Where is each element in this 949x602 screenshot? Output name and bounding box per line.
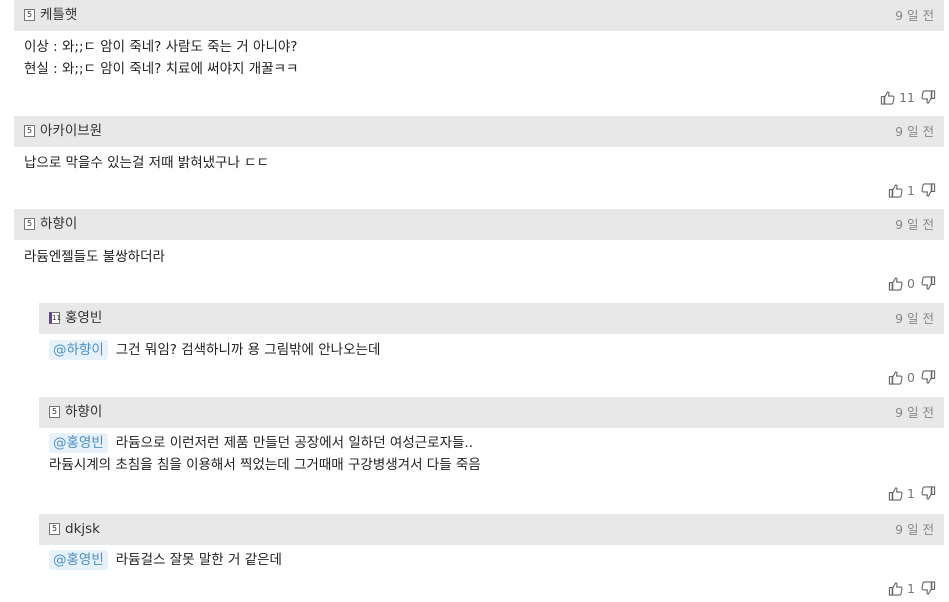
vote-bar: 1 (888, 579, 936, 597)
comment-header: 5 하향이 9 일 전 (14, 209, 944, 240)
timestamp: 9 일 전 (895, 311, 934, 326)
comment-header: 5 케틀햇 9 일 전 (14, 0, 944, 31)
comment-line: 납으로 막을수 있는걸 저때 밝혀냈구나 ㄷㄷ (24, 155, 270, 171)
comment-line: 현실 : 와;;ㄷ 암이 죽네? 치료에 써야지 개꿀ㅋㅋ (24, 61, 299, 77)
thumbs-up-icon[interactable] (888, 486, 903, 501)
like-count: 1 (907, 182, 915, 198)
vote-bar: 1 (888, 484, 936, 502)
thumbs-up-icon[interactable] (888, 276, 903, 291)
vote-bar: 11 (880, 88, 936, 106)
comment: 5 아카이브원 9 일 전 납으로 막을수 있는걸 저때 밝혀냈구나 ㄷㄷ 1 (14, 116, 944, 206)
comment-line: 이상 : 와;;ㄷ 암이 죽네? 사람도 죽는 거 아니야? (24, 39, 298, 55)
thumbs-up-icon[interactable] (888, 370, 903, 385)
vote-bar: 0 (888, 274, 936, 292)
comment: 5 하향이 9 일 전 라듐엔젤들도 불쌍하더라 0 (14, 209, 944, 299)
level-badge-icon: 5 (24, 9, 35, 21)
reply-comment: 5 dkjsk 9 일 전 @홍영빈 라듐걸스 잘못 말한 거 같은데 1 (39, 514, 944, 602)
comment: 5 케틀햇 9 일 전 이상 : 와;;ㄷ 암이 죽네? 사람도 죽는 거 아니… (14, 0, 944, 110)
thumbs-down-icon[interactable] (921, 182, 936, 198)
comment-header: 5 아카이브원 9 일 전 (14, 116, 944, 147)
comment-line: 라듐걸스 잘못 말한 거 같은데 (115, 552, 282, 568)
timestamp: 9 일 전 (895, 405, 934, 420)
comment-line: 그건 뭐임? 검색하니까 용 그림밖에 안나오는데 (115, 342, 381, 358)
level-badge-icon: 5 (24, 218, 35, 230)
username[interactable]: 케틀햇 (40, 6, 77, 24)
username[interactable]: dkjsk (65, 520, 100, 538)
like-count: 0 (907, 275, 915, 291)
comment-header: 5 dkjsk 9 일 전 (39, 514, 944, 545)
thumbs-down-icon[interactable] (921, 369, 936, 385)
reply-comment: 5 하향이 9 일 전 @홍영빈 라듐으로 이런저런 제품 만들던 공장에서 일하… (39, 397, 944, 509)
level-badge-icon: 11 (49, 312, 61, 324)
comment-body: 납으로 막을수 있는걸 저때 밝혀냈구나 ㄷㄷ (24, 152, 269, 174)
thumbs-down-icon[interactable] (921, 580, 936, 596)
vote-bar: 0 (888, 368, 936, 386)
mention-link[interactable]: @하향이 (49, 340, 108, 360)
level-badge-icon: 5 (49, 406, 60, 418)
thumbs-down-icon[interactable] (921, 89, 936, 105)
like-count: 1 (907, 580, 915, 596)
like-count: 11 (899, 89, 915, 105)
timestamp: 9 일 전 (895, 217, 934, 232)
comment-body: 이상 : 와;;ㄷ 암이 죽네? 사람도 죽는 거 아니야? 현실 : 와;;ㄷ… (24, 36, 298, 80)
mention-link[interactable]: @홍영빈 (49, 433, 108, 453)
comment-body: @하향이 그건 뭐임? 검색하니까 용 그림밖에 안나오는데 (49, 339, 380, 361)
comment-body: @홍영빈 라듐으로 이런저런 제품 만들던 공장에서 일하던 여성근로자들.. 라… (49, 432, 481, 476)
username[interactable]: 홍영빈 (65, 309, 102, 327)
reply-comment: 11 홍영빈 9 일 전 @하향이 그건 뭐임? 검색하니까 용 그림밖에 안나오… (39, 303, 944, 393)
mention-link[interactable]: @홍영빈 (49, 550, 108, 570)
level-badge-icon: 5 (49, 523, 60, 535)
timestamp: 9 일 전 (895, 8, 934, 23)
timestamp: 9 일 전 (895, 124, 934, 139)
comment-line: 라듐시계의 초침을 침을 이용해서 찍었는데 그거때매 구강병생겨서 다들 죽음 (49, 457, 481, 473)
thumbs-down-icon[interactable] (921, 485, 936, 501)
comment-header: 11 홍영빈 9 일 전 (39, 303, 944, 334)
comment-body: @홍영빈 라듐걸스 잘못 말한 거 같은데 (49, 549, 282, 571)
thumbs-up-icon[interactable] (880, 90, 895, 105)
comment-body: 라듐엔젤들도 불쌍하더라 (24, 246, 165, 268)
comment-line: 라듐엔젤들도 불쌍하더라 (24, 249, 165, 265)
username[interactable]: 하향이 (65, 403, 102, 421)
vote-bar: 1 (888, 181, 936, 199)
thumbs-up-icon[interactable] (888, 183, 903, 198)
like-count: 0 (907, 369, 915, 385)
username[interactable]: 하향이 (40, 215, 77, 233)
like-count: 1 (907, 485, 915, 501)
thumbs-up-icon[interactable] (888, 581, 903, 596)
thumbs-down-icon[interactable] (921, 275, 936, 291)
comment-line: 라듐으로 이런저런 제품 만들던 공장에서 일하던 여성근로자들.. (115, 435, 474, 451)
username[interactable]: 아카이브원 (40, 122, 102, 140)
timestamp: 9 일 전 (895, 522, 934, 537)
level-badge-icon: 5 (24, 125, 35, 137)
comment-header: 5 하향이 9 일 전 (39, 397, 944, 428)
